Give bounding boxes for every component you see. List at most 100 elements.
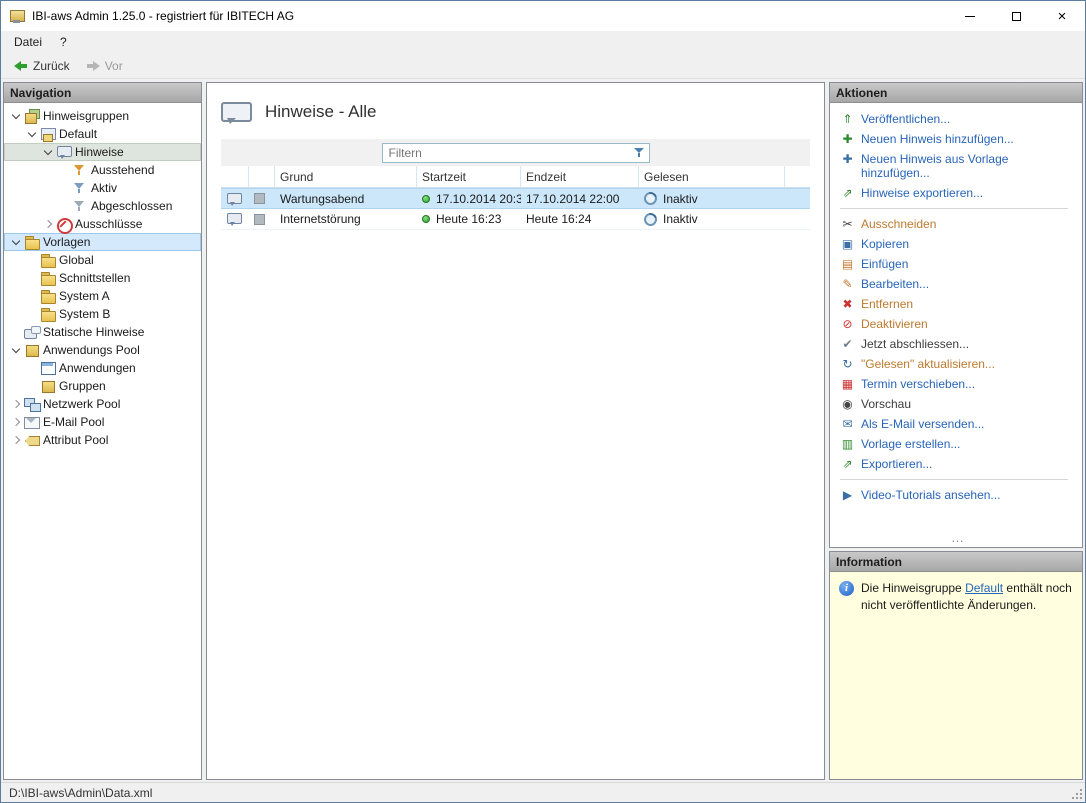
action-deaktivieren[interactable]: ⊘ Deaktivieren — [836, 314, 1080, 334]
maximize-button[interactable] — [993, 1, 1039, 31]
actions-panel: Aktionen ⇑ Veröffentlichen... ✚ Neuen Hi… — [829, 82, 1083, 548]
menu-datei[interactable]: Datei — [5, 31, 51, 53]
folder-icon — [40, 253, 56, 267]
filter-completed-icon — [72, 199, 88, 213]
chevron-spacer — [26, 254, 38, 266]
column-header-grund[interactable]: Grund — [275, 166, 417, 187]
table-row[interactable]: Internetstörung Heute 16:23 Heute 16:24 … — [221, 209, 810, 230]
chevron-down-icon[interactable] — [10, 236, 22, 248]
action-neuen-hinweis-aus-vorlage[interactable]: ✚ Neuen Hinweis aus Vorlage hinzufügen..… — [836, 149, 1080, 183]
reschedule-icon: ▦ — [840, 377, 855, 391]
action-kopieren[interactable]: ▣ Kopieren — [836, 234, 1080, 254]
folder-icon — [40, 307, 56, 321]
chevron-spacer — [26, 308, 38, 320]
chevron-right-icon[interactable] — [10, 416, 22, 428]
action-bearbeiten[interactable]: ✎ Bearbeiten... — [836, 274, 1080, 294]
tree-item-global[interactable]: Global — [4, 251, 201, 269]
action-vorlage-erstellen[interactable]: ▥ Vorlage erstellen... — [836, 434, 1080, 454]
action-veroeffentlichen[interactable]: ⇑ Veröffentlichen... — [836, 109, 1080, 129]
tree-item-schnittstellen[interactable]: Schnittstellen — [4, 269, 201, 287]
close-button[interactable]: × — [1039, 1, 1085, 31]
panel-splitter[interactable]: … — [836, 533, 1080, 545]
separator — [840, 479, 1068, 480]
default-group-link[interactable]: Default — [965, 581, 1003, 595]
chevron-down-icon[interactable] — [26, 128, 38, 140]
chevron-spacer — [26, 362, 38, 374]
back-button[interactable]: Zurück — [7, 56, 77, 76]
action-hinweise-exportieren[interactable]: ⇗ Hinweise exportieren... — [836, 183, 1080, 203]
navigation-panel: Navigation Hinweisgruppen Default Hinwei… — [3, 82, 202, 780]
actions-header: Aktionen — [830, 83, 1082, 103]
chevron-down-icon[interactable] — [10, 110, 22, 122]
chevron-right-icon[interactable] — [10, 434, 22, 446]
chevron-down-icon[interactable] — [42, 146, 54, 158]
action-ausschneiden[interactable]: ✂ Ausschneiden — [836, 214, 1080, 234]
filter-bar — [221, 139, 810, 166]
note-icon — [226, 192, 242, 206]
cell-endzeit: Heute 16:24 — [521, 209, 639, 229]
tree-item-system-a[interactable]: System A — [4, 287, 201, 305]
minimize-button[interactable] — [947, 1, 993, 31]
tree-item-netzwerk-pool[interactable]: Netzwerk Pool — [4, 395, 201, 413]
filter-input[interactable] — [389, 146, 633, 160]
action-entfernen[interactable]: ✖ Entfernen — [836, 294, 1080, 314]
tree-item-vorlagen[interactable]: Vorlagen — [4, 233, 201, 251]
action-neuen-hinweis-hinzufuegen[interactable]: ✚ Neuen Hinweis hinzufügen... — [836, 129, 1080, 149]
column-header-endzeit[interactable]: Endzeit — [521, 166, 639, 187]
tree-item-ausschluesse[interactable]: Ausschlüsse — [4, 215, 201, 233]
tree-item-hinweise[interactable]: Hinweise — [4, 143, 201, 161]
tree-item-anwendungen[interactable]: Anwendungen — [4, 359, 201, 377]
action-video-tutorials[interactable]: ▶ Video-Tutorials ansehen... — [836, 485, 1080, 505]
chevron-right-icon[interactable] — [42, 218, 54, 230]
action-einfuegen[interactable]: ▤ Einfügen — [836, 254, 1080, 274]
action-vorschau[interactable]: ◉ Vorschau — [836, 394, 1080, 414]
page-title: Hinweise - Alle — [265, 102, 377, 122]
app-window: IBI-aws Admin 1.25.0 - registriert für I… — [0, 0, 1086, 803]
remove-icon: ✖ — [840, 297, 855, 311]
table-header-row: Grund Startzeit Endzeit Gelesen — [221, 166, 810, 188]
tree-item-attribut-pool[interactable]: Attribut Pool — [4, 431, 201, 449]
column-header-startzeit[interactable]: Startzeit — [417, 166, 521, 187]
column-header-gelesen[interactable]: Gelesen — [639, 166, 785, 187]
tree-item-anwendungs-pool[interactable]: Anwendungs Pool — [4, 341, 201, 359]
tree-item-aktiv[interactable]: Aktiv — [4, 179, 201, 197]
filter-icon[interactable] — [633, 146, 646, 159]
action-exportieren[interactable]: ⇗ Exportieren... — [836, 454, 1080, 474]
tree-item-system-b[interactable]: System B — [4, 305, 201, 323]
tree-item-ausstehend[interactable]: Ausstehend — [4, 161, 201, 179]
forward-button[interactable]: Vor — [79, 56, 130, 76]
tree-item-default[interactable]: Default — [4, 125, 201, 143]
action-als-email-versenden[interactable]: ✉ Als E-Mail versenden... — [836, 414, 1080, 434]
read-state-icon — [642, 210, 660, 228]
tree-item-email-pool[interactable]: E-Mail Pool — [4, 413, 201, 431]
titlebar: IBI-aws Admin 1.25.0 - registriert für I… — [1, 1, 1085, 31]
chevron-spacer — [58, 164, 70, 176]
add-from-template-icon: ✚ — [840, 152, 855, 166]
tree-item-statische-hinweise[interactable]: Statische Hinweise — [4, 323, 201, 341]
cell-gelesen: Inaktiv — [639, 209, 785, 229]
export-notes-icon: ⇗ — [840, 186, 855, 200]
minimize-icon — [965, 16, 975, 17]
startzeit-value: 17.10.2014 20:30 — [436, 192, 521, 206]
forward-label: Vor — [105, 59, 123, 73]
tree-item-hinweisgruppen[interactable]: Hinweisgruppen — [4, 107, 201, 125]
maximize-icon — [1012, 12, 1021, 21]
app-icon — [9, 8, 25, 24]
tree-item-gruppen[interactable]: Gruppen — [4, 377, 201, 395]
resize-grip-icon[interactable] — [1069, 786, 1083, 800]
chevron-spacer — [26, 290, 38, 302]
tree-item-abgeschlossen[interactable]: Abgeschlossen — [4, 197, 201, 215]
action-jetzt-abschliessen[interactable]: ✔ Jetzt abschliessen... — [836, 334, 1080, 354]
chevron-down-icon[interactable] — [10, 344, 22, 356]
action-gelesen-aktualisieren[interactable]: ↻ "Gelesen" aktualisieren... — [836, 354, 1080, 374]
action-termin-verschieben[interactable]: ▦ Termin verschieben... — [836, 374, 1080, 394]
column-header-icon2[interactable] — [249, 166, 275, 187]
static-notes-icon — [24, 325, 40, 339]
chevron-right-icon[interactable] — [10, 398, 22, 410]
gelesen-value: Inaktiv — [663, 212, 698, 226]
information-text: Die Hinweisgruppe Default enthält noch n… — [861, 580, 1073, 614]
note-icon — [226, 212, 242, 226]
table-row[interactable]: Wartungsabend 17.10.2014 20:30 17.10.201… — [221, 188, 810, 209]
menu-help[interactable]: ? — [51, 31, 76, 53]
column-header-icon1[interactable] — [221, 166, 249, 187]
